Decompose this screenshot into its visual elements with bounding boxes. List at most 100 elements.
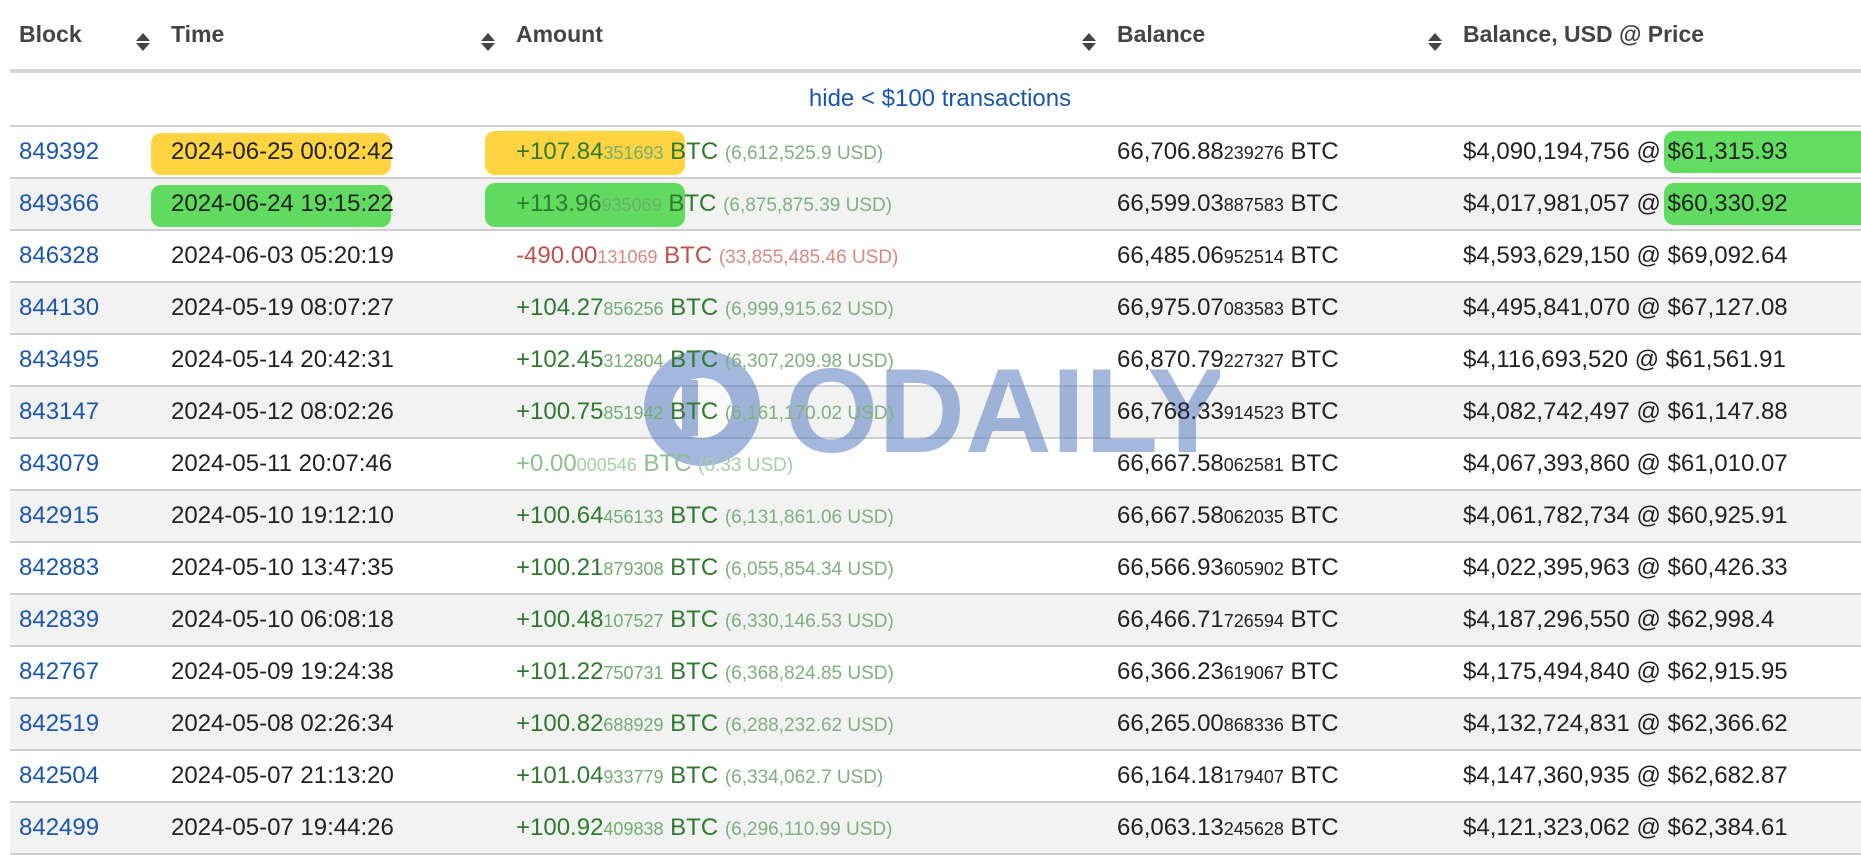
block-link[interactable]: 842839 <box>19 606 99 633</box>
balance-cell: 66,164.18179407 BTC <box>1108 750 1454 803</box>
block-link[interactable]: 843495 <box>19 346 99 373</box>
balance-usd-cell: $4,022,395,963 @ $60,426.33 <box>1454 542 1861 595</box>
time-cell: 2024-05-07 19:44:26 <box>162 802 507 855</box>
balance-usd-value: $4,116,693,520 @ $61,561.91 <box>1463 346 1786 373</box>
balance-value: 66,164.18179407 BTC <box>1117 762 1339 789</box>
balance-usd-cell: $4,067,393,860 @ $61,010.07 <box>1454 438 1861 491</box>
block-cell: 843147 <box>10 386 162 439</box>
balance-usd-value: $4,121,323,062 @ $62,384.61 <box>1463 814 1788 841</box>
time-value: 2024-05-10 06:08:18 <box>171 606 394 633</box>
block-cell: 844130 <box>10 282 162 335</box>
balance-value: 66,667.58062581 BTC <box>1117 450 1339 477</box>
column-header-amount[interactable]: Amount <box>507 0 1108 73</box>
block-link[interactable]: 842915 <box>19 502 99 529</box>
table-row: 842519 2024-05-08 02:26:34 +100.82688929… <box>10 698 1861 751</box>
amount-value: +0.00000546 BTC (0.33 USD) <box>516 450 794 477</box>
amount-cell: +0.00000546 BTC (0.33 USD) <box>507 438 1108 491</box>
amount-cell: +100.75851942 BTC (6,161,170.02 USD) <box>507 386 1108 439</box>
time-value: 2024-05-11 20:07:46 <box>171 450 393 477</box>
price-value: $61,315.93 <box>1667 138 1788 165</box>
sort-icon[interactable] <box>1428 33 1442 53</box>
table-row: 849392 2024-06-25 00:02:42 +107.84351693… <box>10 126 1861 179</box>
amount-value: -490.00131069 BTC (33,855,485.46 USD) <box>516 242 899 269</box>
amount-value: +100.82688929 BTC (6,288,232.62 USD) <box>516 710 894 737</box>
balance-usd-value: $4,593,629,150 @ $69,092.64 <box>1463 242 1788 269</box>
balance-value: 66,706.88239276 BTC <box>1117 138 1339 165</box>
block-link[interactable]: 842499 <box>19 814 99 841</box>
balance-usd-value: $4,067,393,860 @ $61,010.07 <box>1463 450 1788 477</box>
table-row: 842499 2024-05-07 19:44:26 +100.92409838… <box>10 802 1861 855</box>
amount-value: +107.84351693 BTC (6,612,525.9 USD) <box>516 138 884 165</box>
balance-usd-value: $4,495,841,070 @ $67,127.08 <box>1463 294 1788 321</box>
time-value: 2024-05-19 08:07:27 <box>171 294 394 321</box>
block-cell: 842883 <box>10 542 162 595</box>
price-value: $60,426.33 <box>1667 554 1788 581</box>
balance-usd-cell: $4,175,494,840 @ $62,915.95 <box>1454 646 1861 699</box>
balance-usd-value: $4,090,194,756 @ $61,315.93 <box>1463 138 1788 165</box>
amount-value: +104.27856256 BTC (6,999,915.62 USD) <box>516 294 894 321</box>
balance-value: 66,063.13245628 BTC <box>1117 814 1339 841</box>
block-link[interactable]: 843079 <box>19 450 99 477</box>
column-header-balance[interactable]: Balance <box>1108 0 1454 73</box>
amount-cell: +100.21879308 BTC (6,055,854.34 USD) <box>507 542 1108 595</box>
balance-cell: 66,485.06952514 BTC <box>1108 230 1454 283</box>
block-link[interactable]: 842767 <box>19 658 99 685</box>
time-value: 2024-05-14 20:42:31 <box>171 346 394 373</box>
balance-value: 66,975.07083583 BTC <box>1117 294 1339 321</box>
sort-icon[interactable] <box>1082 33 1096 53</box>
price-value: $62,682.87 <box>1667 762 1788 789</box>
time-cell: 2024-05-10 13:47:35 <box>162 542 507 595</box>
price-value: $62,384.61 <box>1667 814 1788 841</box>
hide-small-transactions-link[interactable]: hide < $100 transactions <box>809 85 1071 112</box>
balance-usd-value: $4,132,724,831 @ $62,366.62 <box>1463 710 1788 737</box>
balance-cell: 66,566.93605902 BTC <box>1108 542 1454 595</box>
balance-value: 66,667.58062035 BTC <box>1117 502 1339 529</box>
balance-cell: 66,667.58062035 BTC <box>1108 490 1454 543</box>
block-cell: 842519 <box>10 698 162 751</box>
time-value: 2024-05-07 21:13:20 <box>171 762 394 789</box>
balance-usd-cell: $4,147,360,935 @ $62,682.87 <box>1454 750 1861 803</box>
column-header-balance-usd[interactable]: Balance, USD @ Price <box>1454 0 1861 73</box>
price-value: $69,092.64 <box>1667 242 1788 269</box>
amount-value: +113.96935069 BTC (6,875,875.39 USD) <box>516 190 893 217</box>
time-value: 2024-06-03 05:20:19 <box>171 242 394 269</box>
sort-icon[interactable] <box>481 33 495 53</box>
amount-cell: +101.04933779 BTC (6,334,062.7 USD) <box>507 750 1108 803</box>
balance-value: 66,366.23619067 BTC <box>1117 658 1339 685</box>
price-value: $62,915.95 <box>1667 658 1788 685</box>
block-cell: 842504 <box>10 750 162 803</box>
amount-value: +101.22750731 BTC (6,368,824.85 USD) <box>516 658 894 685</box>
time-cell: 2024-05-08 02:26:34 <box>162 698 507 751</box>
amount-value: +100.92409838 BTC (6,296,110.99 USD) <box>516 814 893 841</box>
block-link[interactable]: 846328 <box>19 242 99 269</box>
block-link[interactable]: 844130 <box>19 294 99 321</box>
balance-usd-value: $4,061,782,734 @ $60,925.91 <box>1463 502 1788 529</box>
time-cell: 2024-06-25 00:02:42 <box>151 126 507 179</box>
price-value: $67,127.08 <box>1667 294 1788 321</box>
block-link[interactable]: 843147 <box>19 398 99 425</box>
balance-cell: 66,975.07083583 BTC <box>1108 282 1454 335</box>
time-cell: 2024-05-14 20:42:31 <box>162 334 507 387</box>
table-row: 842767 2024-05-09 19:24:38 +101.22750731… <box>10 646 1861 699</box>
block-link[interactable]: 842883 <box>19 554 99 581</box>
block-link[interactable]: 849392 <box>19 138 99 165</box>
amount-cell: +100.48107527 BTC (6,330,146.53 USD) <box>507 594 1108 647</box>
time-value: 2024-06-24 19:15:22 <box>171 190 394 217</box>
block-link[interactable]: 842519 <box>19 710 99 737</box>
balance-usd-cell: $4,495,841,070 @ $67,127.08 <box>1454 282 1861 335</box>
balance-usd-cell: $4,116,693,520 @ $61,561.91 <box>1454 334 1861 387</box>
balance-value: 66,566.93605902 BTC <box>1117 554 1339 581</box>
time-value: 2024-06-25 00:02:42 <box>171 138 394 165</box>
sort-icon[interactable] <box>136 33 150 53</box>
balance-value: 66,768.33914523 BTC <box>1117 398 1339 425</box>
balance-usd-value: $4,082,742,497 @ $61,147.88 <box>1463 398 1788 425</box>
block-link[interactable]: 842504 <box>19 762 99 789</box>
block-link[interactable]: 849366 <box>19 190 99 217</box>
column-header-block[interactable]: Block <box>10 0 162 73</box>
balance-cell: 66,265.00868336 BTC <box>1108 698 1454 751</box>
table-row: 842839 2024-05-10 06:08:18 +100.48107527… <box>10 594 1861 647</box>
balance-usd-value: $4,147,360,935 @ $62,682.87 <box>1463 762 1788 789</box>
time-cell: 2024-06-03 05:20:19 <box>162 230 507 283</box>
table-header-row: Block Time Amount Balance Balance, USD @… <box>10 0 1861 73</box>
column-header-time[interactable]: Time <box>162 0 507 73</box>
